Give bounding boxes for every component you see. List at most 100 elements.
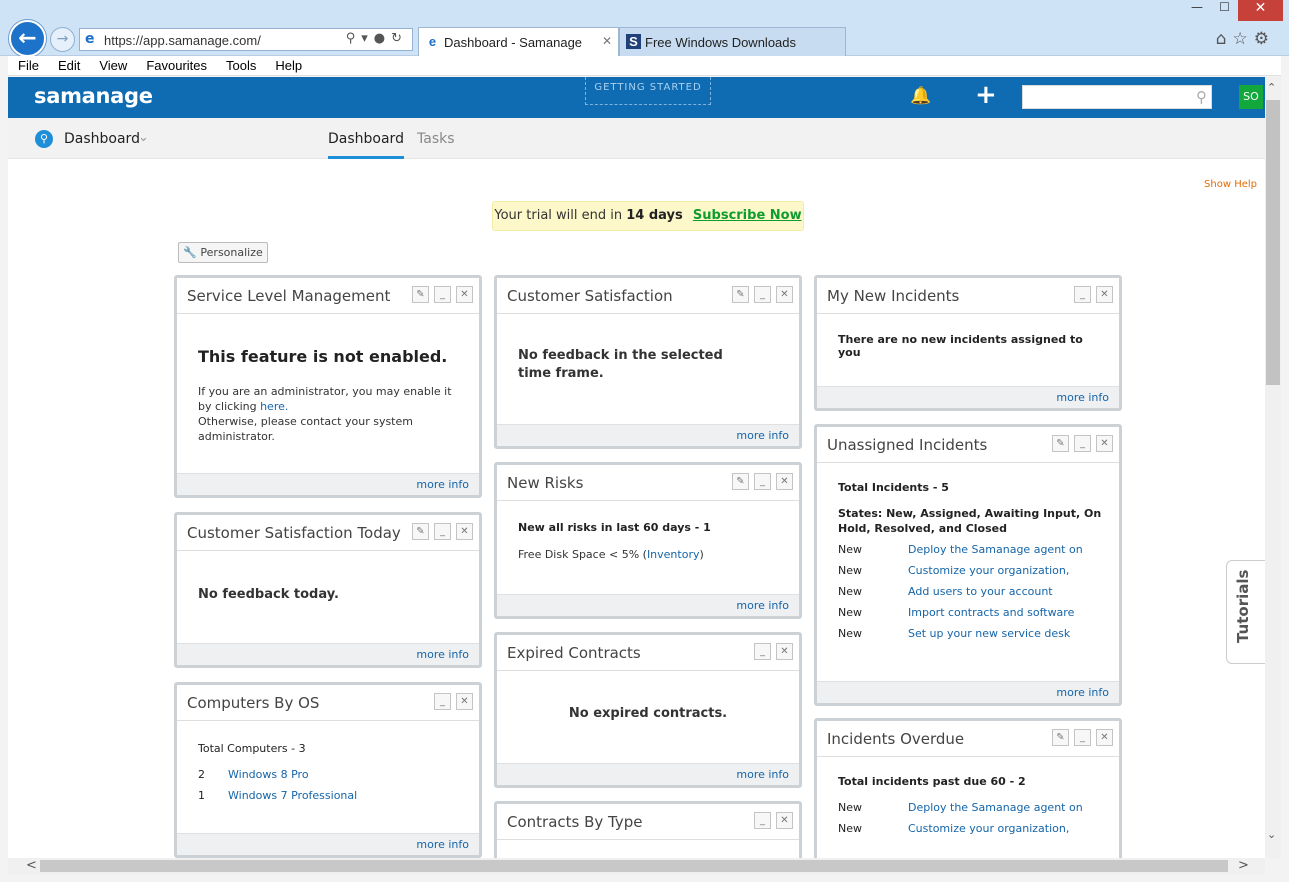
more-info-link[interactable]: more info	[1056, 391, 1109, 404]
minimize-icon[interactable]: _	[1074, 729, 1091, 746]
tab-dashboard[interactable]: Dashboard	[328, 131, 404, 159]
os-link[interactable]: Windows 7 Professional	[228, 789, 357, 802]
close-icon[interactable]: ✕	[776, 473, 793, 490]
scroll-left-icon[interactable]: <	[26, 858, 37, 873]
bell-icon[interactable]: 🔔	[910, 86, 931, 106]
search-input[interactable]: ⚲	[1022, 85, 1212, 109]
maximize-button[interactable]: ☐	[1211, 0, 1238, 21]
incident-link[interactable]: Add users to your account	[908, 585, 1053, 598]
widget-footer: more info	[497, 424, 799, 446]
incident-link[interactable]: Deploy the Samanage agent on	[908, 543, 1083, 556]
close-icon[interactable]: ✕	[1096, 435, 1113, 452]
incident-state: New	[838, 606, 862, 619]
close-icon[interactable]: ✕	[456, 693, 473, 710]
edit-icon[interactable]: ✎	[732, 286, 749, 303]
edit-icon[interactable]: ✎	[732, 473, 749, 490]
more-info-link[interactable]: more info	[736, 599, 789, 612]
incident-link[interactable]: Import contracts and software	[908, 606, 1074, 619]
widget-body: There are no new incidents assigned to y…	[838, 333, 1105, 359]
menu-view[interactable]: View	[99, 56, 127, 75]
back-arrow-icon[interactable]: ←	[9, 20, 46, 57]
edit-icon[interactable]: ✎	[412, 286, 429, 303]
forward-arrow-icon[interactable]: →	[50, 27, 75, 52]
no-expired-text: No expired contracts.	[568, 706, 728, 721]
admin-message-line2: Otherwise, please contact your system ad…	[198, 415, 413, 443]
softpedia-tab-icon: S	[626, 34, 641, 49]
dashboard-selector[interactable]: Dashboard	[64, 131, 140, 147]
table-row: New Set up your new service desk	[838, 627, 1105, 648]
more-info-link[interactable]: more info	[416, 838, 469, 851]
widget-header: Contracts By Type _ ✕	[497, 804, 799, 840]
address-bar[interactable]: e https://app.samanage.com/ ⚲▾●↻	[79, 28, 413, 51]
widget-header: Customer Satisfaction ✎ _ ✕	[497, 278, 799, 314]
tutorials-tab[interactable]: Tutorials	[1226, 560, 1265, 664]
incident-link[interactable]: Customize your organization,	[908, 822, 1069, 835]
minimize-icon[interactable]: _	[754, 286, 771, 303]
subscribe-now-link[interactable]: Subscribe Now	[693, 208, 802, 223]
minimize-icon[interactable]: _	[434, 693, 451, 710]
more-info-link[interactable]: more info	[736, 768, 789, 781]
minimize-icon[interactable]: _	[434, 286, 451, 303]
edit-icon[interactable]: ✎	[1052, 729, 1069, 746]
close-window-button[interactable]: ✕	[1238, 0, 1283, 21]
inventory-link[interactable]: Inventory	[647, 548, 700, 561]
plus-icon[interactable]: +	[975, 80, 997, 110]
close-icon[interactable]: ✕	[456, 523, 473, 540]
search-icon[interactable]: ⚲	[1196, 88, 1207, 106]
minimize-button[interactable]: —	[1183, 0, 1211, 21]
minimize-icon[interactable]: _	[1074, 435, 1091, 452]
tab-dashboard[interactable]: e Dashboard - Samanage ✕	[418, 27, 619, 56]
close-tab-icon[interactable]: ✕	[602, 34, 612, 48]
more-info-link[interactable]: more info	[1056, 686, 1109, 699]
scroll-down-icon[interactable]: ⌄	[1267, 828, 1276, 841]
address-tools-icon[interactable]: ⚲▾●↻	[346, 31, 408, 46]
more-info-link[interactable]: more info	[416, 478, 469, 491]
minimize-icon[interactable]: _	[754, 473, 771, 490]
incident-link[interactable]: Customize your organization,	[908, 564, 1069, 577]
avatar[interactable]: SO	[1239, 85, 1263, 109]
widget-body: No expired contracts.	[497, 706, 799, 721]
widget-body: No feedback today.	[198, 587, 465, 602]
chevron-down-icon[interactable]: ⌄	[138, 130, 149, 145]
tab-tasks[interactable]: Tasks	[417, 131, 455, 147]
edit-icon[interactable]: ✎	[1052, 435, 1069, 452]
more-info-link[interactable]: more info	[736, 429, 789, 442]
menu-favourites[interactable]: Favourites	[146, 56, 207, 75]
edit-icon[interactable]: ✎	[412, 523, 429, 540]
close-icon[interactable]: ✕	[1096, 286, 1113, 303]
scroll-up-icon[interactable]: ⌃	[1267, 81, 1276, 94]
menu-edit[interactable]: Edit	[58, 56, 80, 75]
menu-help[interactable]: Help	[275, 56, 302, 75]
incident-link[interactable]: Deploy the Samanage agent on	[908, 801, 1083, 814]
scroll-right-icon[interactable]: >	[1238, 858, 1249, 873]
minimize-icon[interactable]: _	[1074, 286, 1091, 303]
tab-free-windows-downloads[interactable]: S Free Windows Downloads	[619, 27, 846, 56]
horizontal-scroll-thumb[interactable]	[40, 860, 1228, 872]
close-icon[interactable]: ✕	[776, 643, 793, 660]
address-url[interactable]: https://app.samanage.com/	[104, 33, 261, 48]
widget-body: Total incidents past due 60 - 2 New Depl…	[838, 775, 1105, 843]
minimize-icon[interactable]: _	[434, 523, 451, 540]
more-info-link[interactable]: more info	[416, 648, 469, 661]
show-help-link[interactable]: Show Help	[1204, 179, 1257, 190]
incident-link[interactable]: Set up your new service desk	[908, 627, 1070, 640]
close-icon[interactable]: ✕	[1096, 729, 1113, 746]
os-link[interactable]: Windows 8 Pro	[228, 768, 309, 781]
close-icon[interactable]: ✕	[776, 812, 793, 829]
minimize-icon[interactable]: _	[754, 812, 771, 829]
widget-my-new-incidents: My New Incidents _ ✕ There are no new inc…	[814, 275, 1122, 411]
widget-header: My New Incidents _ ✕	[817, 278, 1119, 314]
minimize-icon[interactable]: _	[754, 643, 771, 660]
enable-here-link[interactable]: here.	[260, 400, 288, 413]
page-viewport: samanage GETTING STARTED 🔔 + ⚲ SO ⚲ Dash…	[8, 77, 1265, 858]
close-icon[interactable]: ✕	[776, 286, 793, 303]
getting-started-button[interactable]: GETTING STARTED	[585, 77, 711, 105]
home-favorites-settings-icons[interactable]: ⌂☆⚙	[1216, 29, 1275, 49]
menu-file[interactable]: File	[18, 56, 39, 75]
personalize-button[interactable]: 🔧 Personalize	[178, 242, 268, 263]
samanage-logo[interactable]: samanage	[34, 84, 153, 108]
vertical-scroll-thumb[interactable]	[1266, 100, 1280, 385]
sub-navigation: ⚲ Dashboard ⌄ Dashboard Tasks	[8, 118, 1265, 159]
close-icon[interactable]: ✕	[456, 286, 473, 303]
menu-tools[interactable]: Tools	[226, 56, 256, 75]
